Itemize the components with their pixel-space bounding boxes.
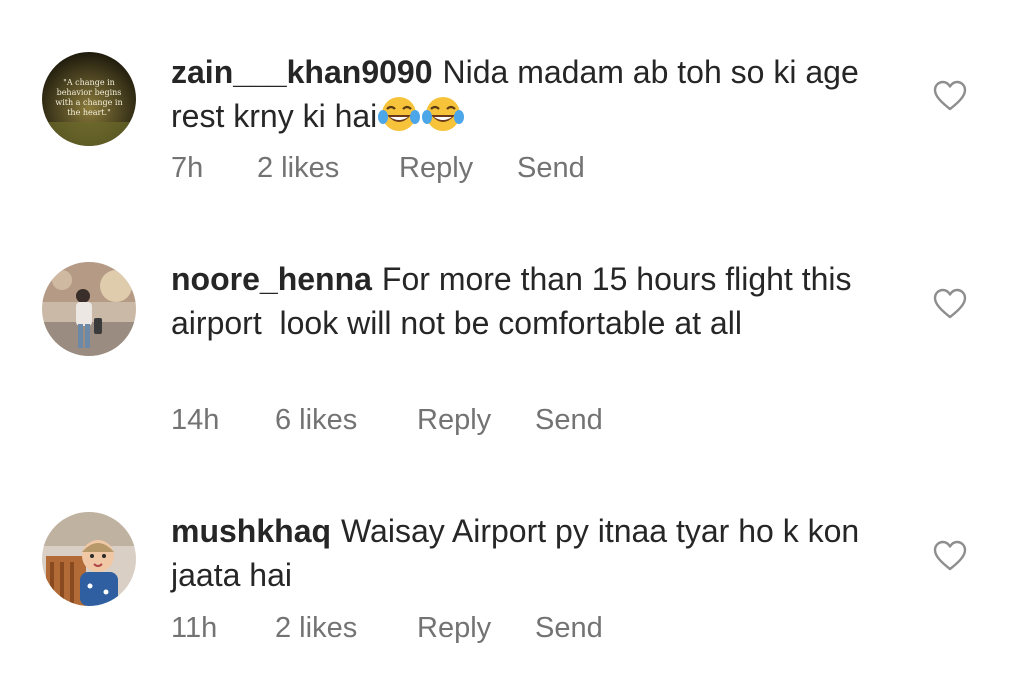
comment-body: mushkhaq Waisay Airport py itnaa tyar ho … bbox=[171, 509, 901, 597]
comment-text: noore_henna For more than 15 hours flight… bbox=[171, 257, 901, 345]
send-button[interactable]: Send bbox=[517, 152, 585, 185]
reply-button[interactable]: Reply bbox=[399, 152, 517, 185]
heart-icon[interactable] bbox=[933, 540, 967, 572]
avatar[interactable] bbox=[42, 512, 136, 606]
comment-text: mushkhaq Waisay Airport py itnaa tyar ho … bbox=[171, 509, 901, 597]
heart-icon[interactable] bbox=[933, 288, 967, 320]
comment-body: noore_henna For more than 15 hours flight… bbox=[171, 257, 901, 345]
likes-count[interactable]: 2 likes bbox=[257, 152, 399, 185]
comment-body: zain___khan9090 Nida madam ab toh so ki a… bbox=[171, 50, 901, 138]
comment-text: zain___khan9090 Nida madam ab toh so ki a… bbox=[171, 50, 901, 138]
comment-meta: 7h 2 likes Reply Send bbox=[171, 152, 585, 185]
avatar[interactable] bbox=[42, 262, 136, 356]
username-link[interactable]: noore_henna bbox=[171, 261, 372, 297]
heart-icon[interactable] bbox=[933, 80, 967, 112]
send-button[interactable]: Send bbox=[535, 404, 603, 437]
reply-button[interactable]: Reply bbox=[417, 612, 535, 645]
avatar-quote-line: behavior begins bbox=[57, 88, 122, 97]
likes-count[interactable]: 6 likes bbox=[275, 404, 417, 437]
timestamp: 11h bbox=[171, 612, 218, 644]
face-with-tears-of-joy-icon bbox=[377, 95, 421, 133]
avatar[interactable]: "A change in behavior begins with a chan… bbox=[42, 52, 136, 146]
timestamp: 7h bbox=[171, 152, 204, 184]
avatar-quote-line: "A change in bbox=[63, 78, 115, 87]
username-link[interactable]: mushkhaq bbox=[171, 513, 331, 549]
face-with-tears-of-joy-icon bbox=[421, 95, 465, 133]
likes-count[interactable]: 2 likes bbox=[275, 612, 417, 645]
send-button[interactable]: Send bbox=[535, 612, 603, 645]
comment-meta: 11h 2 likes Reply Send bbox=[171, 612, 603, 645]
comment-meta: 14h 6 likes Reply Send bbox=[171, 404, 603, 437]
timestamp: 14h bbox=[171, 404, 220, 436]
reply-button[interactable]: Reply bbox=[417, 404, 535, 437]
avatar-quote-line: the heart." bbox=[67, 108, 111, 117]
avatar-quote-line: with a change in bbox=[55, 98, 122, 107]
username-link[interactable]: zain___khan9090 bbox=[171, 54, 433, 90]
